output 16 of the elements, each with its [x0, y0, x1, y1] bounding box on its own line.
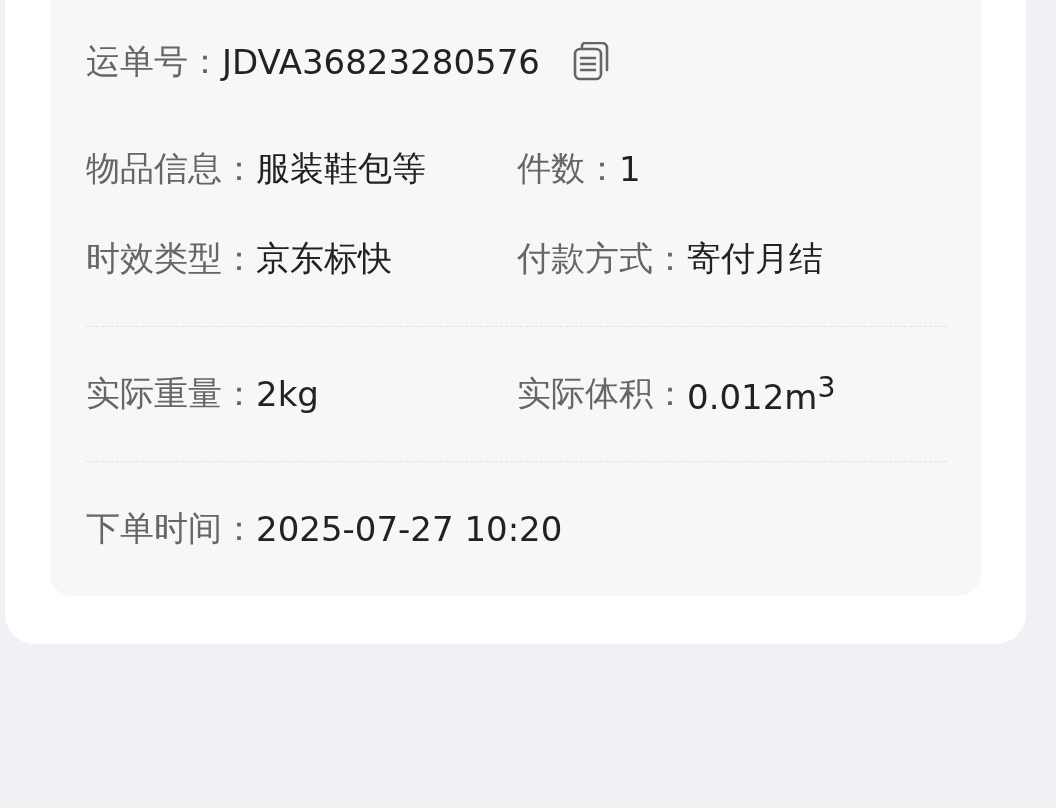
field-value: 2kg	[256, 374, 319, 414]
field-value: 寄付月结	[687, 237, 823, 280]
copy-icon[interactable]	[571, 42, 610, 82]
field-value: 京东标快	[256, 237, 392, 280]
field-value: 服装鞋包等	[256, 147, 426, 190]
field-label: 实际体积：	[517, 372, 687, 415]
field-value: 0.012m$^{3}$	[687, 370, 836, 418]
field-value: 2025-07-27 10:20	[256, 509, 563, 549]
field-label: 物品信息：	[86, 147, 256, 190]
field-label: 件数：	[517, 147, 619, 190]
field-label: 实际重量：	[86, 372, 256, 415]
field-label: 付款方式：	[517, 237, 687, 280]
field-label: 时效类型：	[86, 237, 256, 280]
field-value: 1	[619, 149, 641, 189]
field-label: 下单时间：	[86, 507, 256, 550]
waybill-number: JDVA36823280576	[222, 42, 540, 82]
